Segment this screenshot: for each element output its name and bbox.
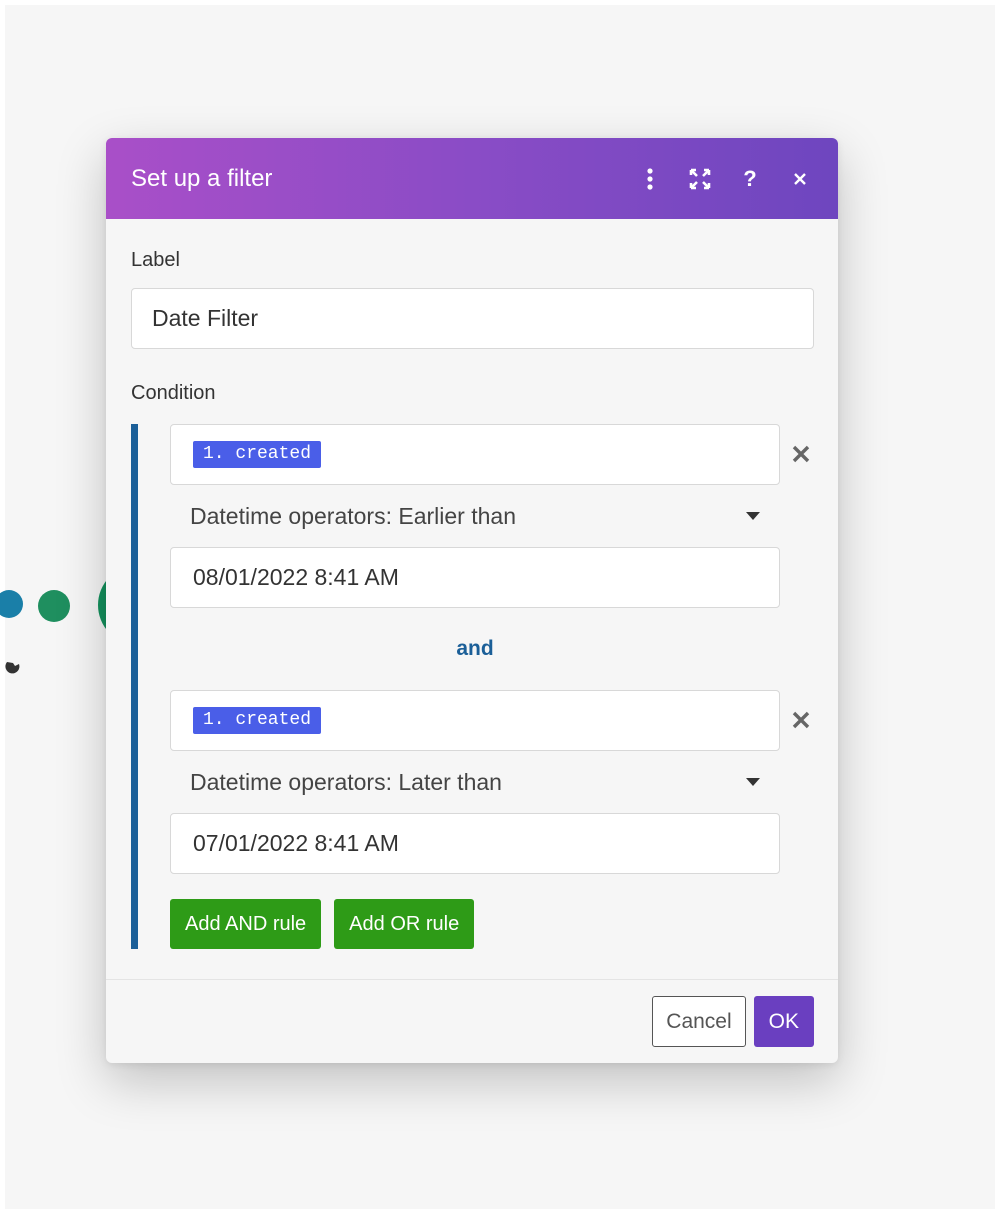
label-input[interactable]: Date Filter — [131, 288, 814, 349]
modal-title: Set up a filter — [131, 164, 273, 192]
rule-field-input[interactable]: 1. created — [170, 424, 780, 485]
and-joiner: and — [456, 637, 494, 660]
label-field-label: Label — [131, 249, 180, 271]
scenario-node-green[interactable] — [38, 590, 70, 622]
help-icon[interactable]: ? — [738, 166, 762, 191]
rule-field-input[interactable]: 1. created — [170, 690, 780, 751]
field-pill[interactable]: 1. created — [193, 441, 322, 468]
operator-select-value: Datetime operators: Earlier than — [190, 502, 516, 529]
rule-value-input[interactable]: 07/01/2022 8:41 AM — [170, 813, 780, 874]
condition-label: Condition — [131, 382, 216, 404]
add-or-rule-button[interactable]: Add OR rule — [334, 899, 475, 949]
caret-down-icon — [746, 512, 760, 520]
more-vertical-icon[interactable] — [638, 167, 662, 191]
remove-rule-icon[interactable] — [789, 442, 813, 466]
modal-header: Set up a filter ? — [106, 138, 838, 219]
caret-down-icon — [746, 778, 760, 786]
modal-footer: Cancel OK — [106, 979, 838, 1063]
modal-body: Label Date Filter Condition 1. created D… — [106, 219, 838, 949]
condition-group: 1. created Datetime operators: Earlier t… — [131, 424, 813, 949]
filter-modal: Set up a filter ? Label Date Filter Cond… — [106, 138, 838, 1063]
field-pill[interactable]: 1. created — [193, 707, 322, 734]
close-icon[interactable] — [788, 167, 812, 191]
operator-select[interactable]: Datetime operators: Earlier than — [170, 485, 780, 547]
fullscreen-icon[interactable] — [688, 167, 712, 191]
operator-select[interactable]: Datetime operators: Later than — [170, 751, 780, 813]
add-and-rule-button[interactable]: Add AND rule — [170, 899, 322, 949]
header-actions: ? — [638, 166, 812, 191]
operator-select-value: Datetime operators: Later than — [190, 768, 502, 795]
cancel-button[interactable]: Cancel — [652, 996, 746, 1047]
remove-rule-icon[interactable] — [789, 708, 813, 732]
condition-rule: 1. created Datetime operators: Earlier t… — [170, 424, 813, 608]
rule-buttons: Add AND rule Add OR rule — [170, 899, 813, 949]
condition-rule: 1. created Datetime operators: Later tha… — [170, 690, 813, 874]
ok-button[interactable]: OK — [753, 996, 814, 1047]
wrench-icon[interactable] — [5, 658, 25, 678]
rule-value-input[interactable]: 08/01/2022 8:41 AM — [170, 547, 780, 608]
scenario-node-blue[interactable] — [0, 590, 23, 618]
